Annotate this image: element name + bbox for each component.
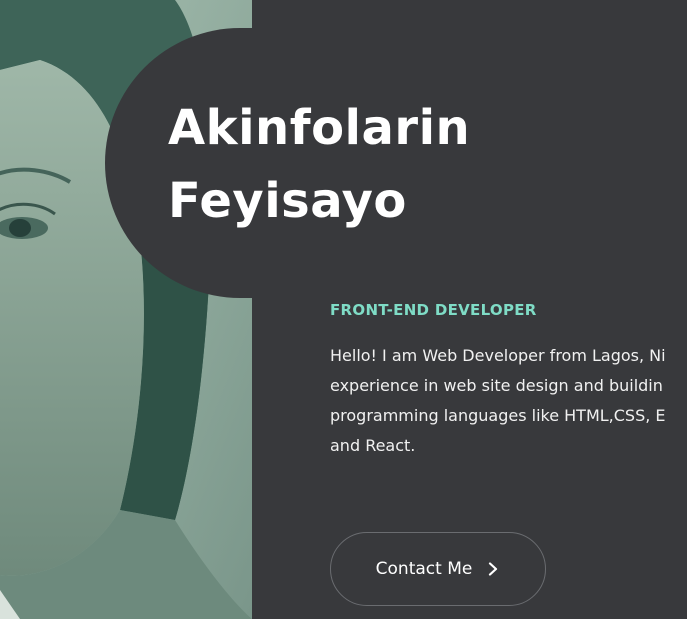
bio-line: Hello! I am Web Developer from Lagos, Ni [330, 346, 666, 365]
contact-me-button[interactable]: Contact Me [330, 532, 546, 606]
hero-section: Akinfolarin Feyisayo FRONT-END DEVELOPER… [0, 0, 687, 619]
job-title: FRONT-END DEVELOPER [330, 301, 537, 319]
contact-me-label: Contact Me [375, 559, 473, 579]
page-title: Akinfolarin Feyisayo [168, 92, 470, 238]
name-first: Akinfolarin [168, 100, 471, 156]
bio-text: Hello! I am Web Developer from Lagos, Ni… [330, 341, 687, 461]
bio-line: programming languages like HTML,CSS, E [330, 406, 666, 425]
chevron-right-icon [489, 562, 498, 576]
name-last: Feyisayo [168, 173, 407, 229]
bio-line: experience in web site design and buildi… [330, 376, 663, 395]
bio-line: and React. [330, 436, 416, 455]
